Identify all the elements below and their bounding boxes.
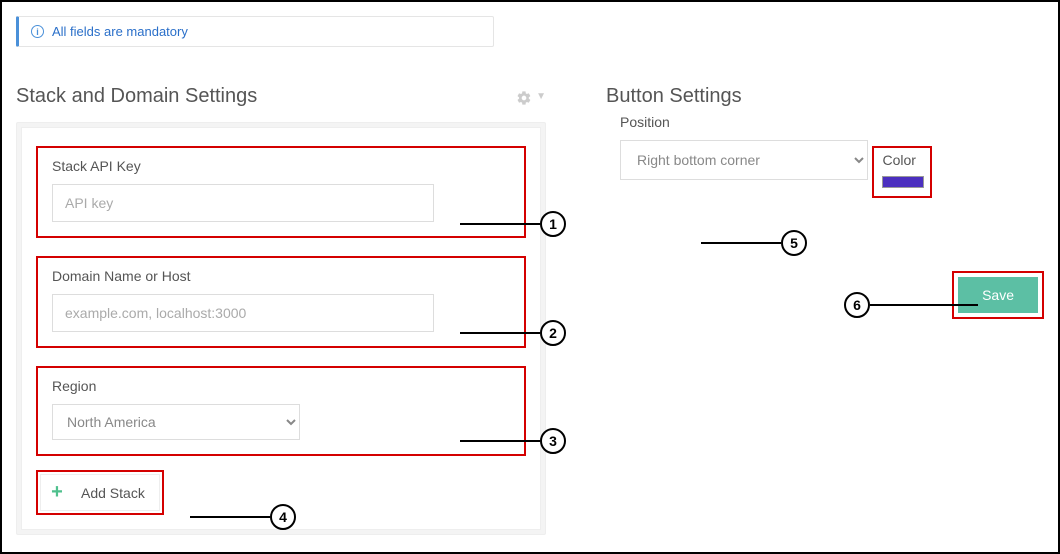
right-column: Button Settings Position Right bottom co… [606,85,1044,535]
color-label: Color [882,152,924,168]
add-stack-button[interactable]: + Add Stack [40,474,160,511]
stack-domain-title: Stack and Domain Settings [16,85,257,108]
region-label: Region [52,378,510,394]
mandatory-alert: i All fields are mandatory [16,16,494,47]
domain-input[interactable] [52,294,434,332]
field-group-api-key: Stack API Key [36,146,526,238]
add-stack-highlight: + Add Stack [36,470,164,515]
chevron-down-icon: ▼ [536,91,546,102]
outer-panel: Stack API Key Domain Name or Host Region… [16,122,546,535]
alert-text: All fields are mandatory [52,24,188,39]
add-stack-label: Add Stack [81,485,145,501]
inner-panel: Stack API Key Domain Name or Host Region… [21,127,541,530]
save-button[interactable]: Save [958,277,1038,313]
left-column: Stack and Domain Settings ▼ Stack API Ke… [16,85,546,535]
api-key-input[interactable] [52,184,434,222]
field-group-domain: Domain Name or Host [36,256,526,348]
region-select[interactable]: North America [52,404,300,440]
button-settings-title: Button Settings [606,85,1044,108]
stack-domain-title-row: Stack and Domain Settings ▼ [16,85,546,108]
gear-icon [516,89,532,105]
field-group-region: Region North America [36,366,526,456]
api-key-label: Stack API Key [52,158,510,174]
columns: Stack and Domain Settings ▼ Stack API Ke… [16,85,1044,535]
save-highlight: Save [952,271,1044,319]
app-frame: i All fields are mandatory Stack and Dom… [0,0,1060,554]
info-icon: i [31,25,44,38]
position-select[interactable]: Right bottom corner [620,140,868,180]
domain-label: Domain Name or Host [52,268,510,284]
color-swatch[interactable] [882,176,924,188]
settings-gear[interactable]: ▼ [516,89,546,105]
color-highlight: Color [872,146,932,198]
position-label: Position [620,114,1044,130]
plus-icon: + [47,481,67,504]
